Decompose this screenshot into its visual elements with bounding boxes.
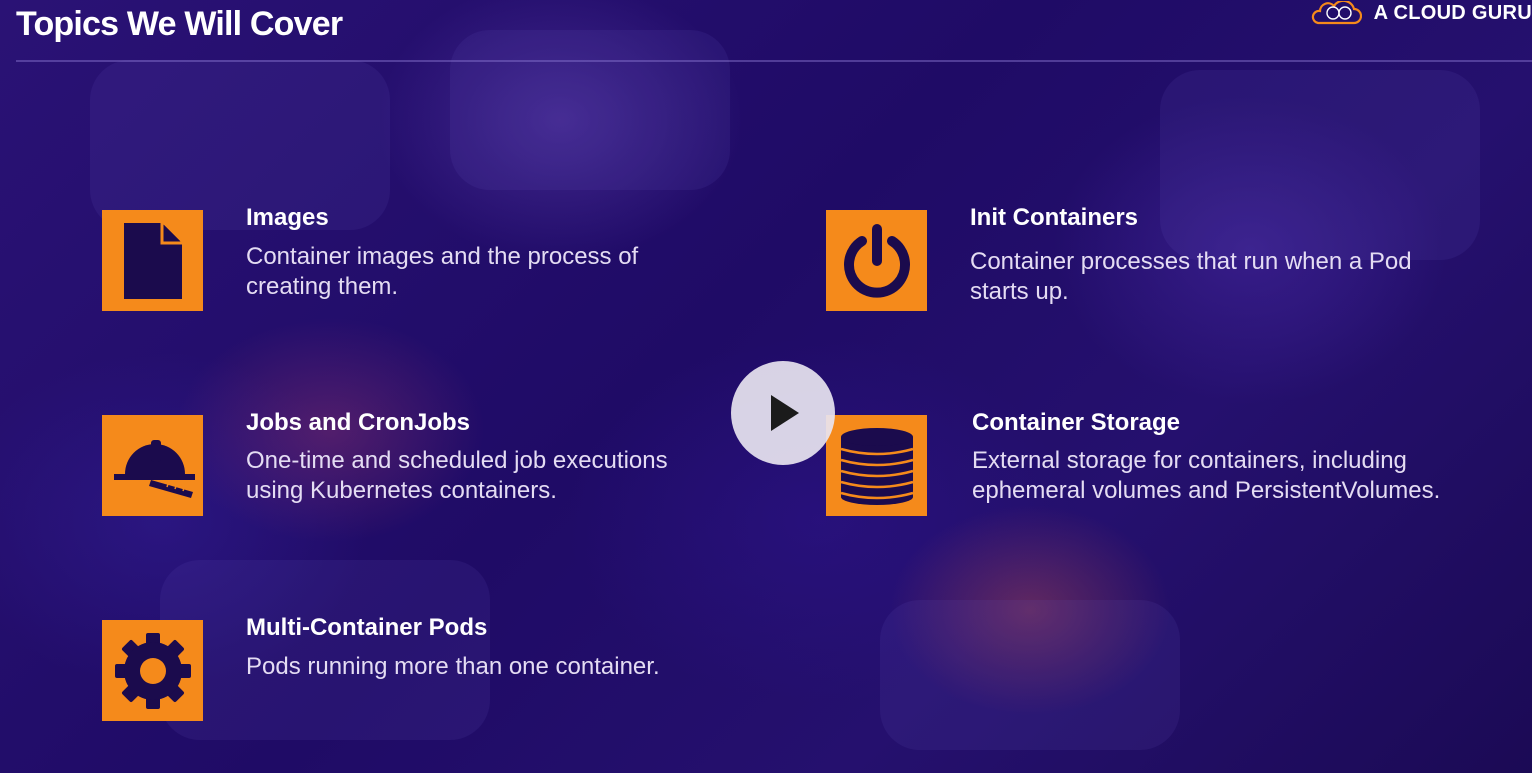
topic-title: Container Storage xyxy=(972,409,1181,436)
slide-header: Topics We Will Cover A CLOUD GURU xyxy=(16,0,1532,62)
power-icon xyxy=(843,223,910,298)
topic-icon-box xyxy=(102,210,203,311)
topic-description: One-time and scheduled job executions us… xyxy=(246,447,668,504)
topic-description: Container processes that run when a Pod … xyxy=(970,248,1412,305)
document-icon xyxy=(123,222,182,299)
play-button[interactable] xyxy=(731,361,835,465)
topic-description: External storage for containers, includi… xyxy=(972,447,1441,504)
topic-description: Pods running more than one container. xyxy=(246,653,660,680)
brand-name: A CLOUD GURU xyxy=(1373,1,1532,24)
topic-title: Init Containers xyxy=(970,204,1139,231)
topic-title: Jobs and CronJobs xyxy=(246,409,471,436)
play-icon xyxy=(771,395,799,431)
topic-description: Container images and the process of crea… xyxy=(246,243,639,300)
topic-title: Images xyxy=(246,204,329,231)
topic-icon-box xyxy=(102,415,203,516)
cloud-logo-icon xyxy=(1311,1,1362,25)
topic-title: Multi-Container Pods xyxy=(246,614,488,641)
page-title: Topics We Will Cover xyxy=(16,5,343,43)
database-icon xyxy=(840,427,913,505)
topic-icon-box xyxy=(826,210,927,311)
gear-icon xyxy=(114,632,191,709)
hard-hat-icon xyxy=(113,439,195,498)
topic-icon-box xyxy=(102,620,203,721)
topic-icon-box xyxy=(826,415,927,516)
brand-logo: A CLOUD GURU xyxy=(1310,0,1532,26)
